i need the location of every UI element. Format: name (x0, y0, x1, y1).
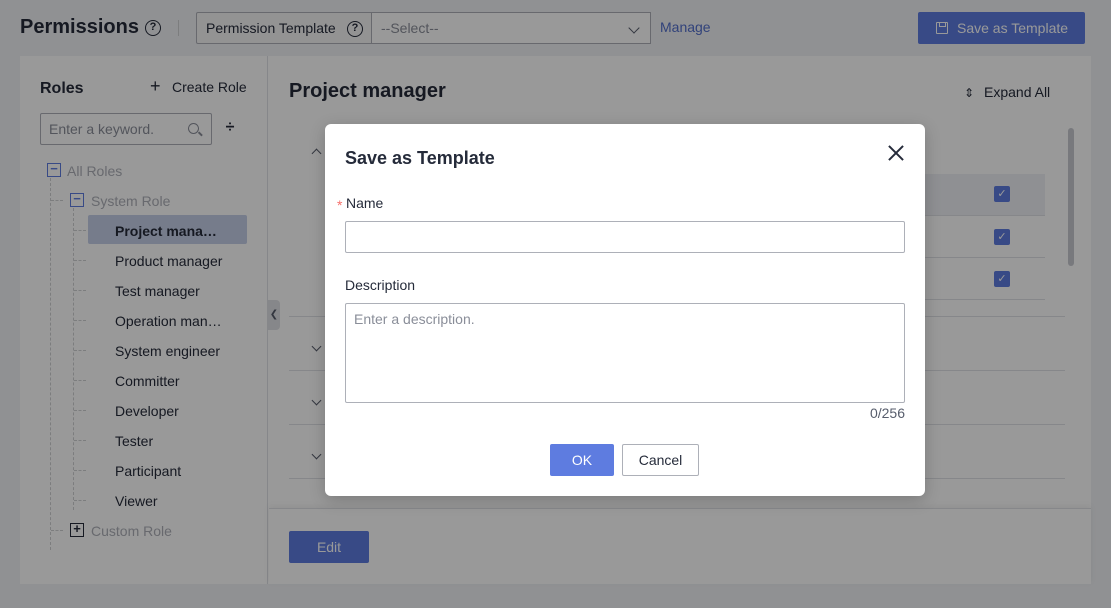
name-field[interactable] (345, 221, 905, 253)
required-indicator: * (337, 197, 343, 213)
description-label: Description (345, 277, 416, 293)
ok-button[interactable]: OK (550, 444, 614, 476)
name-label: Name (346, 195, 384, 211)
character-counter: 0/256 (869, 405, 905, 421)
dialog-title: Save as Template (345, 148, 495, 168)
cancel-button[interactable]: Cancel (622, 444, 699, 476)
close-icon[interactable] (885, 142, 907, 164)
save-as-template-dialog: Save as Template * Name Description 0/25… (325, 124, 925, 496)
description-field[interactable] (345, 303, 905, 403)
